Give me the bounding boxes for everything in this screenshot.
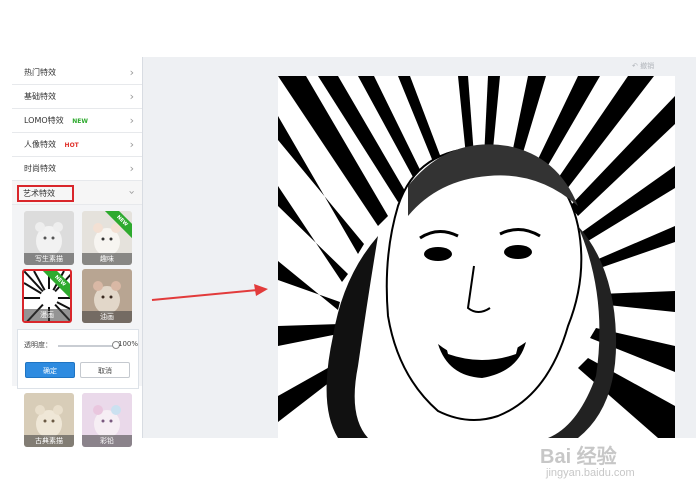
chevron-right-icon: › (129, 114, 134, 127)
menu-item-basic-effects[interactable]: 基础特效 › (12, 85, 142, 109)
menu-item-portrait-effects[interactable]: 人像特效 HOT › (12, 133, 142, 157)
red-arrow-annotation (151, 284, 268, 301)
menu-item-art-effects[interactable]: 艺术特效 › (12, 181, 142, 205)
effect-thumb-colored-pencil[interactable]: 彩铅 (82, 393, 132, 447)
effects-sidebar: 热门特效 › 基础特效 › LOMO特效 NEW › 人像特效 HOT › 时尚… (12, 57, 143, 447)
menu-item-label: LOMO特效 (24, 116, 64, 125)
active-highlight-box: 艺术特效 (17, 185, 74, 202)
effect-thumbnails-panel: 写生素描 NEW 趣味 NEW 漫画 油画 透明度： 100% 确定 取消 古典… (12, 205, 142, 447)
chevron-right-icon: › (129, 66, 134, 79)
cancel-button[interactable]: 取消 (80, 362, 130, 378)
effect-thumb-oil-painting[interactable]: 油画 (82, 269, 132, 323)
menu-item-label: 时尚特效 (24, 164, 56, 173)
thumb-caption: 趣味 (82, 253, 132, 265)
new-badge: NEW (72, 118, 88, 125)
effect-thumb-sketch[interactable]: 写生素描 (24, 211, 74, 265)
menu-item-label: 基础特效 (24, 92, 56, 101)
menu-item-label: 热门特效 (24, 68, 56, 77)
effect-thumb-fun[interactable]: NEW 趣味 (82, 211, 132, 265)
baidu-watermark: Bai 经验 jingyan.baidu.com (540, 440, 690, 490)
watermark-url: jingyan.baidu.com (546, 467, 635, 479)
opacity-label: 透明度： (24, 341, 52, 349)
menu-item-fashion-effects[interactable]: 时尚特效 › (12, 157, 142, 181)
menu-item-hot-effects[interactable]: 热门特效 › (12, 61, 142, 85)
hot-badge: HOT (64, 142, 79, 149)
thumb-caption: 油画 (82, 311, 132, 323)
effect-thumb-classic-sketch[interactable]: 古典素描 (24, 393, 74, 447)
watermark-brand: Bai 经验 (540, 446, 617, 468)
thumb-caption: 漫画 (24, 309, 70, 321)
undo-button[interactable]: ↶ 撤销 (632, 61, 654, 71)
thumb-caption: 彩铅 (82, 435, 132, 447)
confirm-button[interactable]: 确定 (25, 362, 75, 378)
chevron-right-icon: › (129, 138, 134, 151)
opacity-value: 100% (118, 340, 139, 348)
chevron-down-icon: › (125, 190, 139, 195)
opacity-slider[interactable] (58, 341, 120, 349)
chevron-right-icon: › (129, 90, 134, 103)
thumb-caption: 写生素描 (24, 253, 74, 265)
menu-item-label: 人像特效 (24, 140, 56, 149)
effect-controls: 透明度： 100% 确定 取消 (17, 329, 139, 389)
image-canvas[interactable] (278, 76, 675, 438)
effect-thumb-comic[interactable]: NEW 漫画 (22, 269, 72, 323)
menu-item-label: 艺术特效 (23, 189, 55, 198)
thumb-caption: 古典素描 (24, 435, 74, 447)
chevron-right-icon: › (129, 162, 134, 175)
comic-portrait-preview (278, 76, 675, 438)
menu-item-lomo-effects[interactable]: LOMO特效 NEW › (12, 109, 142, 133)
